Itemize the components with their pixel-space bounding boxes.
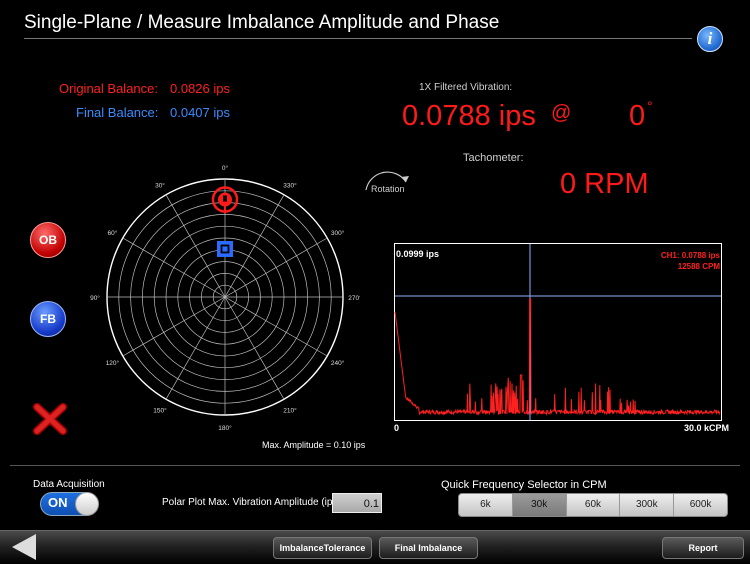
polar-grid [106,178,344,416]
polar-spoke [224,296,328,357]
spectrum-channel-frequency: 12588 CPM [677,262,720,271]
quick-frequency-selector: 6k 30k 60k 300k 600k [458,493,728,517]
polar-spoke [165,194,226,298]
spectrum-channel-amplitude: CH1: 0.0788 ips [660,251,720,260]
polar-spoke [224,296,285,400]
final-imbalance-button[interactable]: Final Imbalance [379,537,478,559]
polar-spoke [165,296,226,400]
spectrum-x-start: 0 [394,423,400,433]
title-divider [24,38,692,39]
polar-max-amplitude-input[interactable]: 0.1 [332,493,382,513]
original-balance-value: 0.0826 ips [170,81,230,96]
freq-option-600k[interactable]: 600k [674,494,727,516]
fb-button[interactable]: FB [30,301,66,337]
filtered-vibration-value: 0.0788 ips [402,100,536,132]
polar-max-amplitude-label: Polar Plot Max. Vibration Amplitude (ips… [162,497,344,508]
polar-angle-label: 240° [331,359,345,367]
polar-angle-label: 120° [106,359,120,367]
toggle-knob[interactable] [75,492,99,516]
freq-option-30k[interactable]: 30k [512,494,567,516]
freq-option-60k[interactable]: 60k [567,494,621,516]
polar-angle-label: 60° [107,229,117,237]
data-acquisition-label: Data Acquisition [33,479,105,490]
polar-spoke [122,296,226,357]
phase-value: 0 [629,100,646,132]
final-balance-label: Final Balance: [76,105,159,120]
polar-angle-label: 210° [283,407,297,415]
info-icon[interactable]: i [697,26,723,52]
spectrum-peak-label: 0.0999 ips [396,249,440,259]
clear-x-icon[interactable] [32,402,68,436]
polar-angle-label: 330° [283,181,297,189]
filtered-vibration-label: 1X Filtered Vibration: [419,82,513,93]
phase-degree-unit: ° [647,98,653,114]
toggle-state-label: ON [48,495,68,510]
final-balance-value: 0.0407 ips [170,105,230,120]
final-balance-marker [217,240,233,257]
original-balance-label: Original Balance: [59,81,158,96]
polar-angle-label: 270° [348,294,360,302]
freq-option-6k[interactable]: 6k [459,494,513,516]
polar-angle-label: 0° [222,164,229,172]
polar-angle-label: 180° [218,424,232,432]
quick-frequency-label: Quick Frequency Selector in CPM [441,479,607,491]
polar-angle-label: 300° [331,229,345,237]
tachometer-label: Tachometer: [463,152,524,164]
polar-spoke [122,237,226,298]
spectrum-channel-readout: CH1: 0.0788 ips 12588 CPM [606,250,720,272]
controls-divider [10,465,740,466]
bottom-toolbar [0,530,750,564]
polar-angle-label: 90° [90,294,100,302]
imbalance-tolerance-button[interactable]: ImbalanceTolerance [273,537,372,559]
polar-spoke [224,237,328,298]
max-amplitude-label: Max. Amplitude = 0.10 ips [262,440,366,450]
report-button[interactable]: Report [662,537,744,559]
polar-plot: 0° 30° 60° 90° 120° 150° 180° 210° 240° 270° 300° 3… [90,164,360,432]
polar-spoke [224,194,285,298]
ob-button[interactable]: OB [30,222,66,258]
back-arrow-icon[interactable] [12,534,36,560]
polar-angle-label: 150° [153,407,167,415]
freq-option-300k[interactable]: 300k [620,494,675,516]
spectrum-x-end: 30.0 kCPM [684,423,730,433]
tachometer-value: 0 RPM [560,168,649,200]
at-symbol: @ [551,102,572,124]
rotation-label: Rotation [371,184,405,194]
page-title: Single-Plane / Measure Imbalance Amplitu… [24,12,500,33]
polar-angle-label: 30° [155,181,165,189]
